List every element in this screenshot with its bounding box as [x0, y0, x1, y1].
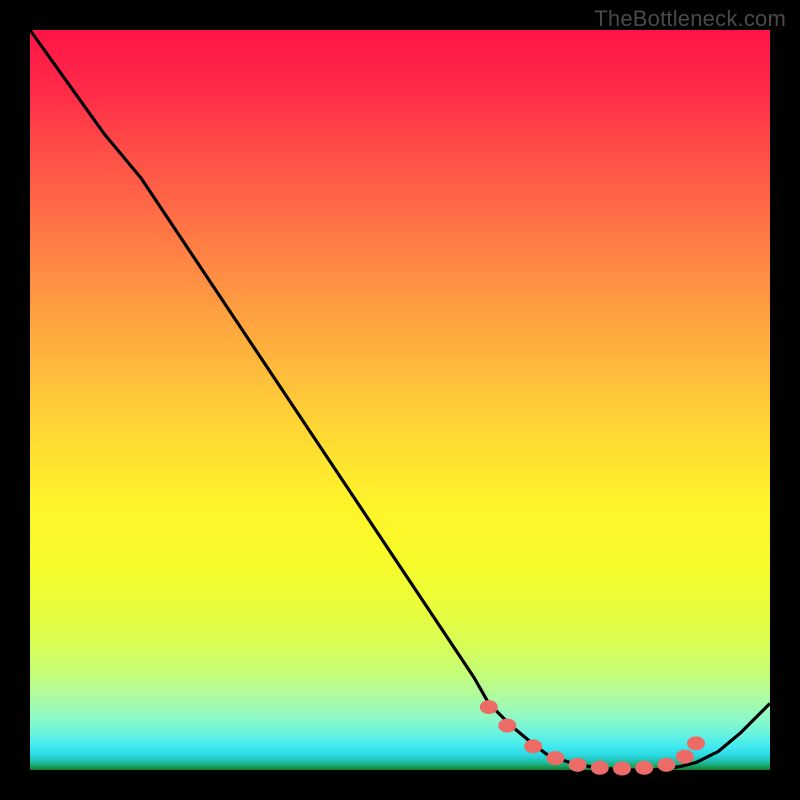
marker-dot	[480, 700, 498, 714]
marker-dot	[676, 750, 694, 764]
marker-dot	[613, 762, 631, 776]
marker-dot	[569, 758, 587, 772]
marker-dot	[524, 739, 542, 753]
marker-dot	[546, 751, 564, 765]
marker-dot	[687, 736, 705, 750]
marker-dot	[657, 758, 675, 772]
bottleneck-curve	[30, 30, 770, 770]
curve-markers	[480, 700, 705, 775]
marker-dot	[591, 761, 609, 775]
marker-dot	[635, 761, 653, 775]
marker-dot	[498, 719, 516, 733]
watermark-text: TheBottleneck.com	[594, 6, 786, 32]
chart-svg	[30, 30, 770, 770]
chart-plot-area	[30, 30, 770, 770]
